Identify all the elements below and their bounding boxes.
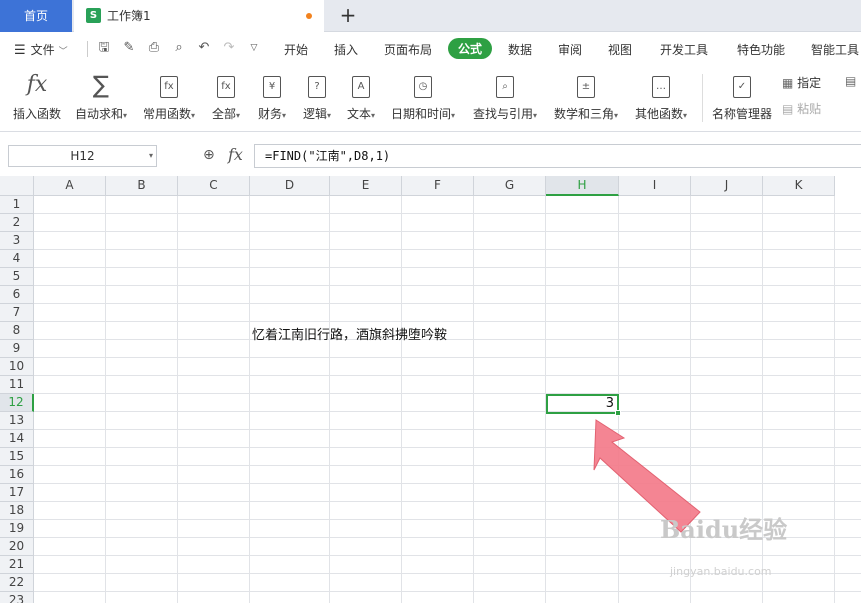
- math-icon: ±: [551, 70, 621, 100]
- tab-home[interactable]: 开始: [284, 41, 308, 58]
- document-tab-label: 工作簿1: [107, 9, 151, 23]
- logic-icon: ?: [299, 70, 335, 100]
- chevron-down-icon[interactable]: ▾: [149, 146, 153, 166]
- zoom-search-icon[interactable]: ⊕: [203, 147, 215, 163]
- save-icon[interactable]: 🖫: [96, 40, 112, 56]
- redo-icon[interactable]: ↷: [221, 40, 237, 56]
- other-functions-label: 其他函数: [634, 107, 683, 121]
- file-menu-label: 文件: [30, 43, 55, 57]
- logic-label: 逻辑: [302, 107, 327, 121]
- other-functions-icon: …: [632, 70, 690, 100]
- undo-icon[interactable]: ↶: [196, 40, 212, 56]
- all-functions-icon: fx: [208, 70, 244, 100]
- math-trig-label: 数学和三角: [553, 107, 614, 121]
- menu-row: ☰ 文件 ﹀ 🖫 ✎ ⎙ ⌕ ↶ ↷ ▽ 开始 插入 页面布局 公式 数据 审阅 视…: [0, 32, 861, 66]
- formula-bar: H12 ▾ ⊕ fx =FIND("江南",D8,1): [0, 140, 861, 174]
- text-functions-label: 文本: [346, 107, 371, 121]
- math-trig-button[interactable]: ± 数学和三角▾: [551, 70, 621, 126]
- logic-button[interactable]: ? 逻辑▾: [299, 70, 335, 126]
- tab-smart-tools[interactable]: 智能工具: [811, 41, 859, 58]
- all-functions-button[interactable]: fx 全部▾: [208, 70, 244, 126]
- table-icon: ▦: [782, 76, 794, 90]
- more-ribbon-icon[interactable]: ▤: [845, 74, 856, 88]
- tab-view[interactable]: 视图: [608, 41, 632, 58]
- common-functions-label: 常用函数: [142, 107, 191, 121]
- finance-button[interactable]: ¥ 财务▾: [254, 70, 290, 126]
- date-time-label: 日期和时间: [390, 107, 451, 121]
- hamburger-icon: ☰: [14, 43, 26, 58]
- paste-icon: ▤: [782, 102, 794, 116]
- format-painter-icon[interactable]: ✎: [121, 40, 137, 56]
- assign-name-button[interactable]: ▦ 指定: [782, 74, 821, 91]
- baidu-watermark: Baidu经验: [660, 515, 788, 544]
- print-icon[interactable]: ⎙: [146, 40, 162, 56]
- sigma-icon: ∑: [92, 71, 110, 99]
- unsaved-dot-icon: [306, 13, 312, 19]
- divider: [87, 41, 88, 57]
- common-functions-icon: fx: [140, 70, 198, 100]
- name-box-value: H12: [70, 149, 95, 163]
- file-menu[interactable]: ☰ 文件 ﹀: [14, 41, 68, 58]
- name-manager-icon: ✓: [710, 70, 774, 100]
- divider: [702, 74, 703, 122]
- date-time-button[interactable]: ◷ 日期和时间▾: [388, 70, 458, 126]
- common-functions-button[interactable]: fx 常用函数▾: [140, 70, 198, 126]
- paste-name-button[interactable]: ▤ 粘贴: [782, 100, 821, 117]
- tab-developer[interactable]: 开发工具: [660, 41, 708, 58]
- chevron-down-icon: ﹀: [58, 47, 68, 57]
- tab-formulas[interactable]: 公式: [448, 38, 493, 59]
- finance-icon: ¥: [254, 70, 290, 100]
- insert-function-button[interactable]: fx 插入函数: [12, 70, 62, 126]
- all-functions-label: 全部: [211, 107, 236, 121]
- name-manager-label: 名称管理器: [711, 107, 772, 121]
- name-box[interactable]: H12 ▾: [8, 145, 157, 167]
- tab-insert[interactable]: 插入: [334, 41, 358, 58]
- ribbon: fx 插入函数 ∑ 自动求和▾ fx 常用函数▾ fx 全部▾ ¥ 财务▾ ? …: [0, 66, 861, 132]
- document-tab[interactable]: S 工作簿1: [74, 0, 324, 32]
- clock-icon: ◷: [388, 70, 458, 100]
- tab-page-layout[interactable]: 页面布局: [384, 41, 432, 58]
- autosum-label: 自动求和: [74, 107, 123, 121]
- tab-review[interactable]: 审阅: [558, 41, 582, 58]
- fx-icon[interactable]: fx: [228, 145, 243, 164]
- fx-icon: fx: [26, 72, 48, 97]
- text-icon: A: [343, 70, 379, 100]
- title-bar: 首页 S 工作簿1 +: [0, 0, 861, 32]
- new-tab-button[interactable]: +: [338, 0, 358, 32]
- formula-input[interactable]: =FIND("江南",D8,1): [254, 144, 861, 168]
- print-preview-icon[interactable]: ⌕: [171, 40, 187, 56]
- tab-data[interactable]: 数据: [508, 41, 532, 58]
- lookup-reference-label: 查找与引用: [472, 107, 533, 121]
- tab-special-features[interactable]: 特色功能: [737, 41, 785, 58]
- name-manager-button[interactable]: ✓ 名称管理器: [710, 70, 774, 126]
- other-functions-button[interactable]: … 其他函数▾: [632, 70, 690, 126]
- customize-dropdown-icon[interactable]: ▽: [246, 40, 262, 56]
- lookup-icon: ⌕: [470, 70, 540, 100]
- home-tab[interactable]: 首页: [0, 0, 72, 32]
- baidu-watermark-url: jingyan.baidu.com: [670, 565, 772, 578]
- finance-label: 财务: [257, 107, 282, 121]
- spreadsheet-logo-icon: S: [86, 8, 101, 23]
- text-functions-button[interactable]: A 文本▾: [343, 70, 379, 126]
- lookup-reference-button[interactable]: ⌕ 查找与引用▾: [470, 70, 540, 126]
- autosum-button[interactable]: ∑ 自动求和▾: [72, 70, 130, 126]
- insert-function-label: 插入函数: [12, 107, 61, 121]
- paste-name-label: 粘贴: [797, 102, 822, 116]
- assign-name-label: 指定: [797, 76, 822, 90]
